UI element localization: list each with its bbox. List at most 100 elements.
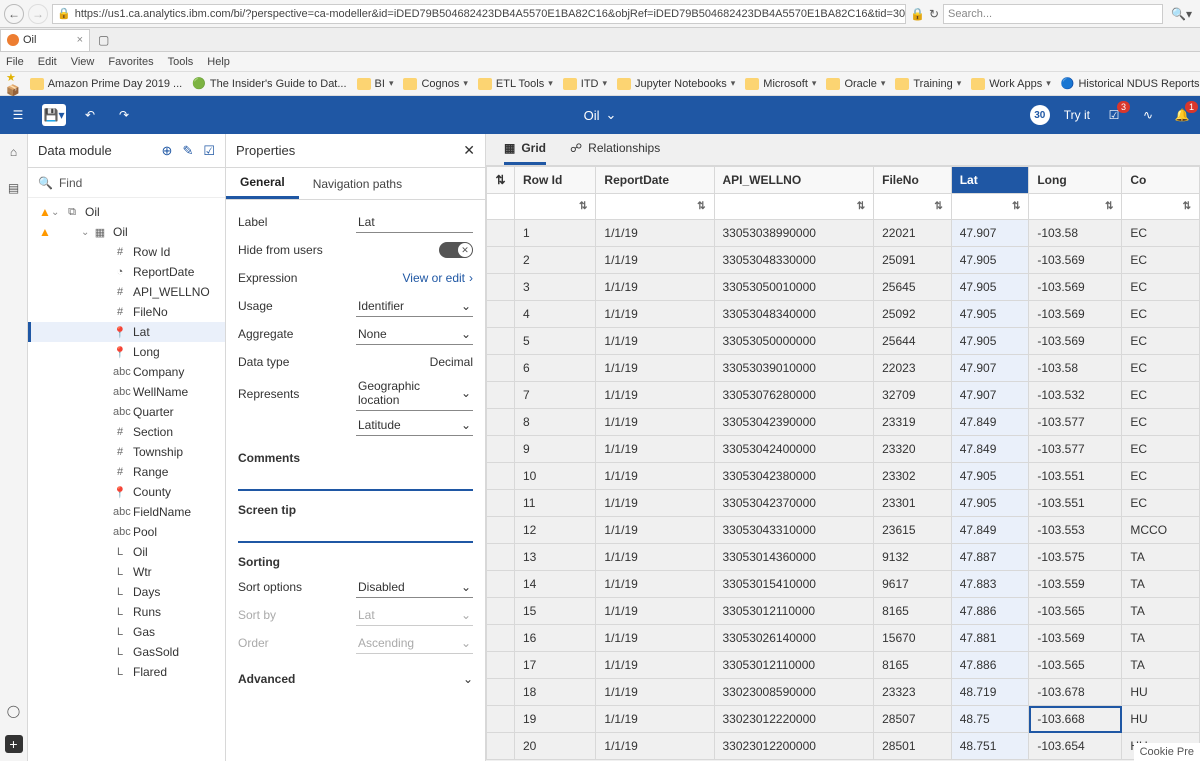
cell[interactable]: 47.907 [951, 355, 1029, 382]
cell[interactable]: 47.849 [951, 409, 1029, 436]
cell[interactable]: 33053048340000 [714, 301, 874, 328]
cell[interactable]: TA [1122, 571, 1200, 598]
cell[interactable]: HU [1122, 679, 1200, 706]
cell[interactable]: 1/1/19 [596, 301, 714, 328]
cell[interactable]: EC [1122, 220, 1200, 247]
tree-item[interactable]: ◔ReportDate [28, 262, 225, 282]
col-header[interactable]: Co [1122, 167, 1200, 194]
table-row[interactable]: 91/1/19330530424000002332047.849-103.577… [487, 436, 1200, 463]
tree-item[interactable]: #API_WELLNO [28, 282, 225, 302]
cell[interactable]: 33053015410000 [714, 571, 874, 598]
tree-item[interactable]: 📍Lat [28, 322, 225, 342]
menu-item[interactable]: File [6, 56, 24, 68]
cell[interactable]: 1/1/19 [596, 679, 714, 706]
cell[interactable]: 13 [515, 544, 596, 571]
tree-item[interactable]: 📍County [28, 482, 225, 502]
edit-icon[interactable]: ✎ [182, 143, 193, 159]
share-icon[interactable]: ∿ [1138, 105, 1158, 125]
cell[interactable]: EC [1122, 301, 1200, 328]
col-header[interactable]: API_WELLNO [714, 167, 874, 194]
cell[interactable]: -103.678 [1029, 679, 1122, 706]
cell[interactable]: 8 [515, 409, 596, 436]
cell[interactable]: TA [1122, 544, 1200, 571]
cell[interactable]: -103.58 [1029, 220, 1122, 247]
cell[interactable]: 23301 [874, 490, 952, 517]
table-row[interactable]: 121/1/19330530433100002361547.849-103.55… [487, 517, 1200, 544]
col-filter[interactable]: ⇅ [1122, 194, 1200, 220]
hide-toggle[interactable]: ✕ [439, 242, 473, 258]
cell[interactable]: 14 [515, 571, 596, 598]
redo-icon[interactable]: ↷ [114, 105, 134, 125]
cell[interactable]: -103.551 [1029, 490, 1122, 517]
cell[interactable]: 47.905 [951, 301, 1029, 328]
cell[interactable]: 9132 [874, 544, 952, 571]
table-row[interactable]: 171/1/1933053012110000816547.886-103.565… [487, 652, 1200, 679]
cell[interactable]: -103.575 [1029, 544, 1122, 571]
cell[interactable]: 33053012110000 [714, 598, 874, 625]
search-glass-icon[interactable]: 🔍▾ [1167, 7, 1196, 21]
browser-tab-oil[interactable]: Oil × [0, 29, 90, 51]
tree-item[interactable]: #Range [28, 462, 225, 482]
tree-item[interactable]: LGasSold [28, 642, 225, 662]
cell[interactable]: -103.559 [1029, 571, 1122, 598]
cell[interactable]: 23319 [874, 409, 952, 436]
cell[interactable]: 23302 [874, 463, 952, 490]
cell[interactable]: 47.905 [951, 328, 1029, 355]
tree-item[interactable]: LOil [28, 542, 225, 562]
table-row[interactable]: 111/1/19330530423700002330147.905-103.55… [487, 490, 1200, 517]
cell[interactable]: 47.907 [951, 220, 1029, 247]
cell[interactable]: 33053042390000 [714, 409, 874, 436]
col-filter[interactable]: ⇅ [874, 194, 952, 220]
cell[interactable]: -103.569 [1029, 625, 1122, 652]
col-filter[interactable]: ⇅ [951, 194, 1029, 220]
table-row[interactable]: 11/1/19330530389900002202147.907-103.58E… [487, 220, 1200, 247]
cell[interactable]: 2 [515, 247, 596, 274]
app-title[interactable]: Oil ⌄ [584, 107, 617, 123]
tree-item[interactable]: abcQuarter [28, 402, 225, 422]
cell[interactable]: 32709 [874, 382, 952, 409]
cell[interactable]: 47.905 [951, 490, 1029, 517]
address-bar[interactable]: 🔒 https://us1.ca.analytics.ibm.com/bi/?p… [52, 4, 906, 24]
cell[interactable]: 1/1/19 [596, 733, 714, 760]
cell[interactable]: 1/1/19 [596, 625, 714, 652]
close-icon[interactable]: ✕ [463, 142, 475, 159]
cell[interactable]: TA [1122, 598, 1200, 625]
table-row[interactable]: 141/1/1933053015410000961747.883-103.559… [487, 571, 1200, 598]
cell[interactable]: -103.569 [1029, 247, 1122, 274]
cell[interactable]: TA [1122, 625, 1200, 652]
col-header[interactable]: Long [1029, 167, 1122, 194]
cell[interactable]: 47.905 [951, 247, 1029, 274]
aggregate-select[interactable]: None⌄ [356, 324, 473, 345]
tree-item[interactable]: #Township [28, 442, 225, 462]
cell[interactable]: -103.668 [1029, 706, 1122, 733]
cell[interactable]: 47.886 [951, 598, 1029, 625]
cell[interactable]: 47.849 [951, 517, 1029, 544]
cell[interactable]: 47.907 [951, 382, 1029, 409]
cell[interactable]: 33053042380000 [714, 463, 874, 490]
cell[interactable]: 1/1/19 [596, 652, 714, 679]
cell[interactable]: 6 [515, 355, 596, 382]
table-row[interactable]: 181/1/19330230085900002332348.719-103.67… [487, 679, 1200, 706]
cell[interactable]: 33053039010000 [714, 355, 874, 382]
col-header[interactable]: ReportDate [596, 167, 714, 194]
cell[interactable]: 48.751 [951, 733, 1029, 760]
tree-item[interactable]: #Section [28, 422, 225, 442]
cell[interactable]: 33053042370000 [714, 490, 874, 517]
cell[interactable]: 11 [515, 490, 596, 517]
cell[interactable]: 1/1/19 [596, 247, 714, 274]
cell[interactable]: 33023008590000 [714, 679, 874, 706]
table-row[interactable]: 51/1/19330530500000002564447.905-103.569… [487, 328, 1200, 355]
validate-icon[interactable]: ☑ [203, 143, 215, 159]
cell[interactable]: 1/1/19 [596, 409, 714, 436]
back-button[interactable]: ← [4, 4, 24, 24]
data-grid[interactable]: ⇅Row IdReportDateAPI_WELLNOFileNoLatLong… [486, 166, 1200, 761]
cell[interactable]: -103.569 [1029, 328, 1122, 355]
table-row[interactable]: 21/1/19330530483300002509147.905-103.569… [487, 247, 1200, 274]
cell[interactable]: 28507 [874, 706, 952, 733]
screentip-input[interactable] [238, 521, 473, 543]
cell[interactable]: 1/1/19 [596, 598, 714, 625]
cell[interactable]: 17 [515, 652, 596, 679]
cell[interactable]: 8165 [874, 652, 952, 679]
cell[interactable]: -103.565 [1029, 598, 1122, 625]
cell[interactable]: 33053076280000 [714, 382, 874, 409]
